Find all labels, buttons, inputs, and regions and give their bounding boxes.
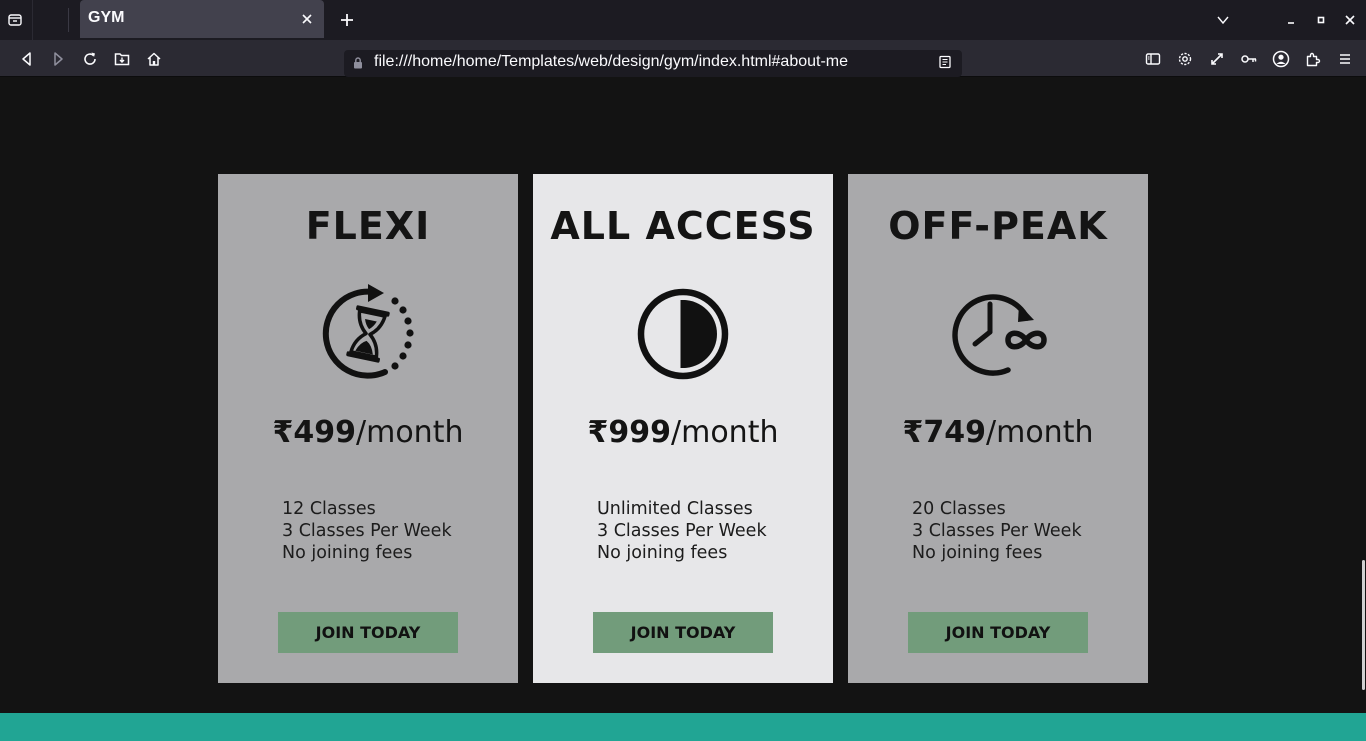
extensions-puzzle-icon[interactable] <box>1302 48 1324 70</box>
reader-view-icon[interactable] <box>936 53 954 71</box>
feature-item: 20 Classes <box>912 499 1006 519</box>
hourglass-refresh-icon <box>318 284 418 384</box>
plan-card-off-peak: OFF-PEAK ₹749/month 20 Classes 3 Classes… <box>848 174 1148 683</box>
feature-list: 12 Classes 3 Classes Per Week No joining… <box>282 498 452 564</box>
price-period: /month <box>671 415 779 450</box>
fullscreen-arrows-icon[interactable] <box>1206 48 1228 70</box>
feature-list: 20 Classes 3 Classes Per Week No joining… <box>912 498 1082 564</box>
price-amount: ₹749 <box>902 415 987 450</box>
new-tab-plus-icon[interactable] <box>336 9 358 31</box>
reload-icon[interactable] <box>79 48 101 70</box>
feature-item: 3 Classes Per Week <box>282 521 452 541</box>
half-circle-contrast-icon <box>633 284 733 384</box>
page-scrollbar[interactable] <box>1362 560 1365 690</box>
account-icon[interactable] <box>1270 48 1292 70</box>
home-icon[interactable] <box>143 48 165 70</box>
window-close-icon[interactable] <box>1340 10 1360 30</box>
plan-price: ₹499/month <box>218 415 518 450</box>
tab-separator <box>68 8 69 32</box>
feature-item: No joining fees <box>912 543 1043 563</box>
chevron-down-icon[interactable] <box>1213 10 1233 30</box>
tab-gym[interactable]: GYM <box>80 0 324 38</box>
feature-item: Unlimited Classes <box>597 499 753 519</box>
plan-price: ₹749/month <box>848 415 1148 450</box>
feature-item: No joining fees <box>282 543 413 563</box>
plan-card-flexi: FLEXI ₹499/month 12 Classes 3 Classes Pe… <box>218 174 518 683</box>
tab-bar: GYM <box>0 0 1366 40</box>
feature-item: 3 Classes Per Week <box>597 521 767 541</box>
save-to-folder-icon[interactable] <box>111 48 133 70</box>
join-today-button[interactable]: JOIN TODAY <box>278 612 458 653</box>
forward-icon[interactable] <box>47 48 69 70</box>
tab-separator <box>32 0 33 40</box>
price-amount: ₹499 <box>272 415 357 450</box>
url-bar[interactable]: file:///home/home/Templates/web/design/g… <box>344 50 962 77</box>
plan-card-all-access: ALL ACCESS ₹999/month Unlimited Classes … <box>533 174 833 683</box>
plan-title: FLEXI <box>305 204 431 248</box>
feature-item: 3 Classes Per Week <box>912 521 1082 541</box>
footer-band <box>0 713 1366 741</box>
url-text[interactable]: file:///home/home/Templates/web/design/g… <box>374 53 848 71</box>
plan-title: OFF-PEAK <box>888 204 1108 248</box>
key-icon[interactable] <box>1238 48 1260 70</box>
plan-price: ₹999/month <box>533 415 833 450</box>
menu-hamburger-icon[interactable] <box>1334 48 1356 70</box>
tab-title: GYM <box>88 9 125 26</box>
feature-item: 12 Classes <box>282 499 376 519</box>
gear-icon[interactable] <box>1174 48 1196 70</box>
firefox-view-icon[interactable] <box>4 9 26 31</box>
minimize-icon[interactable] <box>1281 10 1301 30</box>
pricing-section: FLEXI ₹499/month 12 Classes 3 Classes Pe… <box>0 77 1366 713</box>
join-today-button[interactable]: JOIN TODAY <box>908 612 1088 653</box>
close-icon[interactable] <box>298 10 316 28</box>
lock-icon <box>352 56 364 70</box>
price-amount: ₹999 <box>587 415 672 450</box>
sidebar-icon[interactable] <box>1142 48 1164 70</box>
back-icon[interactable] <box>16 48 38 70</box>
plan-title: ALL ACCESS <box>550 204 816 248</box>
clock-infinity-icon <box>948 284 1048 384</box>
feature-item: No joining fees <box>597 543 728 563</box>
maximize-icon[interactable] <box>1311 10 1331 30</box>
price-period: /month <box>986 415 1094 450</box>
join-today-button[interactable]: JOIN TODAY <box>593 612 773 653</box>
price-period: /month <box>356 415 464 450</box>
feature-list: Unlimited Classes 3 Classes Per Week No … <box>597 498 767 564</box>
